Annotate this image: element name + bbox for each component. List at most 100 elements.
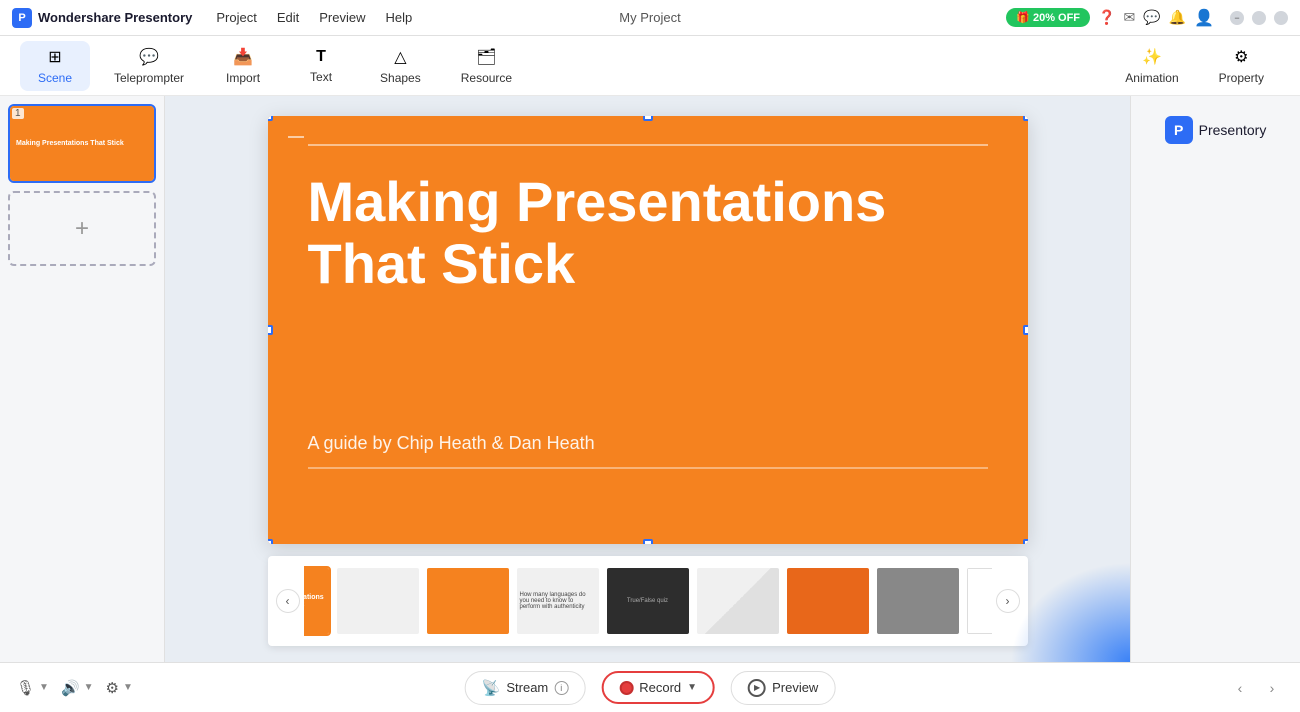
mic-arrow-icon: ▼	[39, 682, 49, 693]
tool-scene[interactable]: ⊞ Scene	[20, 41, 90, 91]
minimize-button[interactable]: −	[1230, 11, 1244, 25]
app-icon: P	[12, 8, 32, 28]
film-thumb-1[interactable]: Making Presentations That Stick	[304, 566, 331, 636]
canvas-area: Making Presentations That Stick A guide …	[165, 96, 1130, 662]
tool-text[interactable]: T Text	[286, 42, 356, 90]
tool-shapes[interactable]: △ Shapes	[364, 41, 437, 91]
settings-arrow-icon: ▼	[123, 682, 133, 693]
settings-tool[interactable]: ⚙ ▼	[106, 679, 133, 697]
tool-animation[interactable]: ✨ Animation	[1109, 41, 1194, 91]
record-label: Record	[639, 680, 681, 695]
text-icon: T	[316, 48, 326, 66]
presentory-logo-text: Presentory	[1199, 122, 1267, 138]
handle-top-left[interactable]	[268, 116, 273, 121]
property-icon: ⚙	[1234, 47, 1248, 67]
add-slide-button[interactable]: +	[8, 191, 156, 266]
sidebar: 1 Making Presentations That Stick +	[0, 96, 165, 662]
speaker-icon: 🔊	[61, 679, 80, 697]
handle-mid-right[interactable]	[1023, 325, 1028, 335]
stream-button[interactable]: 📡 Stream i	[465, 671, 586, 705]
menu-help[interactable]: Help	[386, 10, 413, 25]
film-thumb-7[interactable]	[785, 566, 871, 636]
stream-info-icon[interactable]: i	[554, 681, 568, 695]
film-thumb-6[interactable]	[695, 566, 781, 636]
presentory-logo: P Presentory	[1165, 116, 1267, 144]
nav-left-button[interactable]: ‹	[1228, 676, 1252, 700]
nav-right-button[interactable]: ›	[1260, 676, 1284, 700]
filmstrip-next-button[interactable]: ›	[996, 589, 1020, 613]
filmstrip: ‹ Making Presentations That Stick How ma…	[268, 556, 1028, 646]
import-label: Import	[226, 71, 260, 85]
animation-label: Animation	[1125, 71, 1178, 85]
menu-preview[interactable]: Preview	[319, 10, 365, 25]
notification-icon[interactable]: 🔔	[1169, 9, 1186, 26]
film-thumb-7-inner	[787, 568, 869, 634]
handle-bot-left[interactable]	[268, 539, 273, 544]
film-thumb-4-inner: How many languages do you need to know t…	[517, 568, 599, 634]
resource-label: Resource	[461, 71, 512, 85]
slide-top-line	[308, 144, 988, 146]
property-label: Property	[1219, 71, 1264, 85]
scene-icon: ⊞	[48, 47, 61, 67]
teleprompter-label: Teleprompter	[114, 71, 184, 85]
title-bar-right: 🎁 20% OFF ❓ ✉ 💬 🔔 👤 − □ ×	[1006, 8, 1288, 28]
bottom-left-tools: 🎙 ▼ 🔊 ▼ ⚙ ▼	[16, 679, 133, 697]
import-icon: 📥	[233, 47, 253, 67]
chat-icon[interactable]: 💬	[1143, 9, 1160, 26]
sidebar-slide-1[interactable]: 1 Making Presentations That Stick	[8, 104, 156, 183]
decorative-blob	[1010, 562, 1130, 662]
maximize-button[interactable]: □	[1252, 11, 1266, 25]
tool-import[interactable]: 📥 Import	[208, 41, 278, 91]
promo-button[interactable]: 🎁 20% OFF	[1006, 8, 1090, 27]
preview-button[interactable]: ▶ Preview	[731, 671, 835, 705]
handle-bot-right[interactable]	[1023, 539, 1028, 544]
film-thumb-8[interactable]	[875, 566, 961, 636]
tool-resource[interactable]: 🗂 Resource	[445, 41, 528, 91]
stream-label: Stream	[506, 680, 548, 695]
handle-mid-left[interactable]	[268, 325, 273, 335]
handle-top-mid[interactable]	[643, 116, 653, 121]
shapes-icon: △	[394, 47, 406, 67]
speaker-tool[interactable]: 🔊 ▼	[61, 679, 94, 697]
menu-edit[interactable]: Edit	[277, 10, 299, 25]
handle-bot-mid[interactable]	[643, 539, 653, 544]
filmstrip-prev-button[interactable]: ‹	[276, 589, 300, 613]
shapes-label: Shapes	[380, 71, 421, 85]
film-thumb-4[interactable]: How many languages do you need to know t…	[515, 566, 601, 636]
film-thumb-5[interactable]: True/False quiz	[605, 566, 691, 636]
mic-tool[interactable]: 🎙 ▼	[16, 679, 49, 697]
record-button[interactable]: Record ▼	[601, 671, 715, 704]
slide-1-preview: Making Presentations That Stick	[10, 106, 154, 181]
handle-top-right[interactable]	[1023, 116, 1028, 121]
bottom-right-nav: ‹ ›	[1228, 676, 1284, 700]
slide-dash	[288, 136, 304, 138]
window-controls: − □ ×	[1230, 11, 1288, 25]
record-dropdown-icon[interactable]: ▼	[687, 682, 697, 693]
film-thumb-8-inner	[877, 568, 959, 634]
film-thumb-3[interactable]	[425, 566, 511, 636]
user-avatar[interactable]: 👤	[1194, 8, 1214, 28]
menu-project[interactable]: Project	[216, 10, 256, 25]
close-button[interactable]: ×	[1274, 11, 1288, 25]
film-thumb-9[interactable]	[965, 566, 992, 636]
slide-bottom-line	[308, 467, 988, 469]
film-thumb-1-inner: Making Presentations That Stick	[304, 568, 329, 634]
film-thumb-2[interactable]	[335, 566, 421, 636]
film-thumb-6-inner	[697, 568, 779, 634]
stream-icon: 📡	[482, 679, 501, 697]
speaker-arrow-icon: ▼	[84, 682, 94, 693]
help-icon[interactable]: ❓	[1098, 9, 1115, 26]
slide-main-title: Making Presentations That Stick	[308, 171, 988, 294]
film-thumb-3-inner	[427, 568, 509, 634]
record-dot-icon	[619, 681, 633, 695]
tool-teleprompter[interactable]: 💬 Teleprompter	[98, 41, 200, 91]
mail-icon[interactable]: ✉	[1123, 9, 1135, 26]
slide-number-1: 1	[12, 108, 24, 119]
presentory-logo-icon: P	[1165, 116, 1193, 144]
tool-property[interactable]: ⚙ Property	[1203, 41, 1280, 91]
teleprompter-icon: 💬	[139, 47, 159, 67]
project-title: My Project	[619, 10, 680, 25]
scene-label: Scene	[38, 71, 72, 85]
main-layout: 1 Making Presentations That Stick + Maki…	[0, 96, 1300, 662]
main-slide[interactable]: Making Presentations That Stick A guide …	[268, 116, 1028, 544]
